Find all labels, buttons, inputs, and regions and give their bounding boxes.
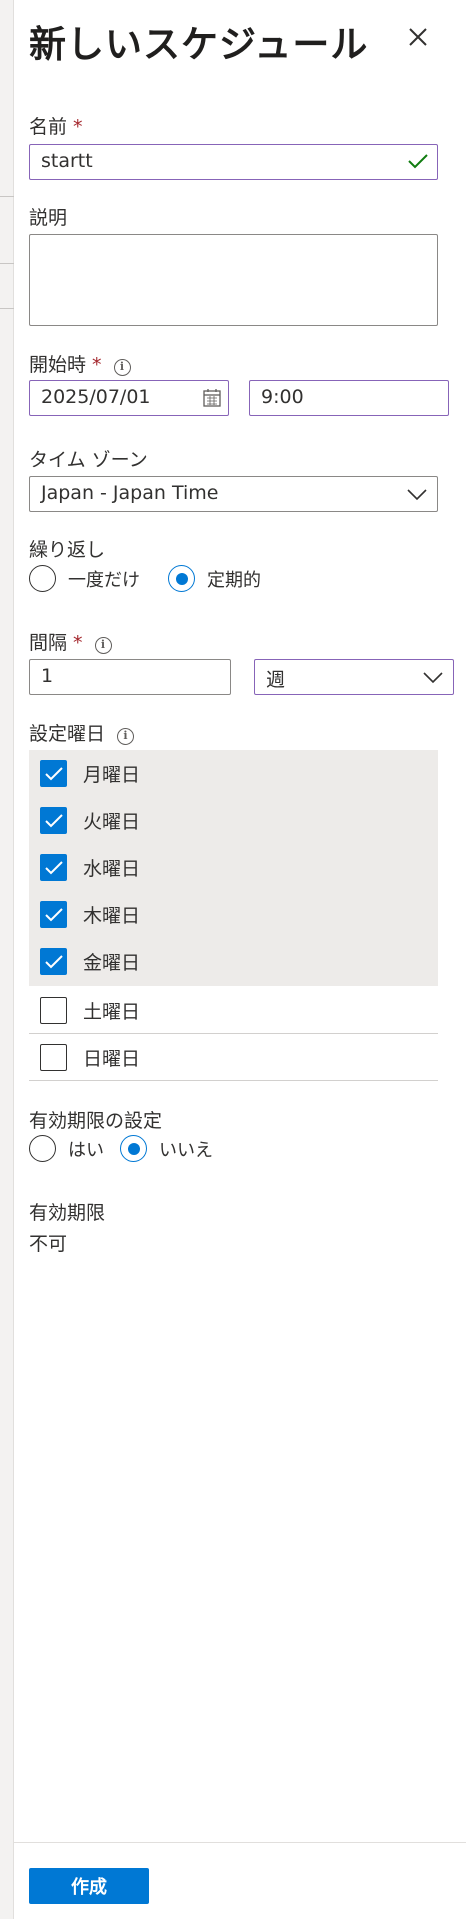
timezone-label: タイム ゾーン <box>29 449 148 471</box>
radio-recurring[interactable] <box>168 565 195 592</box>
weekday-label: 月曜日 <box>83 764 141 786</box>
radio-selected-dot <box>175 572 188 585</box>
valid-check-icon <box>408 154 428 169</box>
radio-recurring-label[interactable]: 定期的 <box>207 566 261 592</box>
weekday-row-saturday[interactable]: 土曜日 <box>29 987 438 1034</box>
checkmark-icon <box>44 766 63 780</box>
interval-unit-selected: 週 <box>266 669 286 691</box>
weekday-label: 土曜日 <box>83 1000 141 1023</box>
info-icon[interactable]: i <box>117 728 135 745</box>
interval-label-text: 間隔 <box>29 632 68 654</box>
close-icon <box>409 28 427 46</box>
timezone-selected: Japan - Japan Time <box>41 482 219 504</box>
radio-yes-label[interactable]: はい <box>68 1136 104 1162</box>
weekday-row-monday[interactable]: 月曜日 <box>29 750 438 797</box>
checkmark-icon <box>44 860 63 874</box>
checkbox-wednesday[interactable] <box>40 854 67 881</box>
checkmark-icon <box>44 954 63 968</box>
recurrence-label: 繰り返し <box>29 539 106 561</box>
expiration-radio-group: はい いいえ <box>29 1135 241 1162</box>
checkbox-thursday[interactable] <box>40 901 67 928</box>
checkbox-saturday[interactable] <box>40 996 67 1024</box>
interval-value: 1 <box>41 665 54 687</box>
start-time-label-text: 開始時 <box>29 354 87 376</box>
radio-once-label[interactable]: 一度だけ <box>68 566 140 592</box>
required-mark: * <box>73 632 83 654</box>
weekdays-label: 設定曜日 i <box>29 719 135 746</box>
radio-yes[interactable] <box>29 1135 56 1162</box>
close-button[interactable] <box>403 22 433 52</box>
description-label: 説明 <box>29 207 68 229</box>
expiration-value: 不可 <box>29 1233 68 1255</box>
weekday-label: 水曜日 <box>83 858 141 880</box>
expiration-setting-label: 有効期限の設定 <box>29 1110 163 1132</box>
checkbox-tuesday[interactable] <box>40 807 67 834</box>
start-time-value: 9:00 <box>261 386 304 408</box>
name-input-value: startt <box>41 150 93 172</box>
start-time-input[interactable]: 9:00 <box>249 380 449 416</box>
create-button[interactable]: 作成 <box>29 1868 149 1904</box>
info-icon[interactable]: i <box>113 359 131 376</box>
checkmark-icon <box>44 907 63 921</box>
footer-divider <box>14 1842 466 1843</box>
weekday-label: 火曜日 <box>83 811 141 833</box>
info-icon[interactable]: i <box>94 637 112 654</box>
weekday-label: 金曜日 <box>83 952 141 974</box>
weekday-row-tuesday[interactable]: 火曜日 <box>29 797 438 844</box>
calendar-icon[interactable] <box>202 388 222 408</box>
interval-unit-dropdown[interactable]: 週 <box>254 659 454 695</box>
timezone-dropdown[interactable]: Japan - Japan Time <box>29 476 438 512</box>
weekday-label: 日曜日 <box>83 1047 141 1070</box>
weekday-label: 木曜日 <box>83 905 141 927</box>
weekday-row-sunday[interactable]: 日曜日 <box>29 1034 438 1081</box>
checkmark-icon <box>44 813 63 827</box>
weekday-row-thursday[interactable]: 木曜日 <box>29 891 438 938</box>
interval-input[interactable]: 1 <box>29 659 231 695</box>
description-textarea[interactable] <box>29 234 438 326</box>
checkbox-friday[interactable] <box>40 948 67 975</box>
radio-once[interactable] <box>29 565 56 592</box>
required-mark: * <box>73 116 83 138</box>
chevron-down-icon <box>407 489 427 501</box>
recurrence-radio-group: 一度だけ 定期的 <box>29 565 289 592</box>
checkbox-monday[interactable] <box>40 760 67 787</box>
weekday-row-friday[interactable]: 金曜日 <box>29 938 438 985</box>
interval-label: 間隔 * i <box>29 628 112 655</box>
radio-no[interactable] <box>120 1135 147 1162</box>
chevron-down-icon <box>423 672 443 684</box>
start-date-picker[interactable]: 2025/07/01 <box>29 380 229 416</box>
weekdays-label-text: 設定曜日 <box>29 723 106 745</box>
radio-selected-dot <box>127 1142 140 1155</box>
checkbox-sunday[interactable] <box>40 1043 67 1071</box>
background-divider <box>0 263 14 264</box>
background-divider <box>0 196 14 197</box>
name-label-text: 名前 <box>29 116 68 138</box>
start-date-value: 2025/07/01 <box>41 386 151 408</box>
expiration-label: 有効期限 <box>29 1202 106 1224</box>
name-input[interactable]: startt <box>29 144 438 180</box>
weekday-row-wednesday[interactable]: 水曜日 <box>29 844 438 891</box>
background-divider <box>0 308 14 309</box>
name-label: 名前 * <box>29 112 83 139</box>
panel-title: 新しいスケジュール <box>29 23 369 66</box>
background-page-strip <box>0 0 14 1919</box>
start-time-label: 開始時 * i <box>29 350 131 377</box>
required-mark: * <box>92 354 102 376</box>
radio-no-label[interactable]: いいえ <box>159 1136 213 1162</box>
